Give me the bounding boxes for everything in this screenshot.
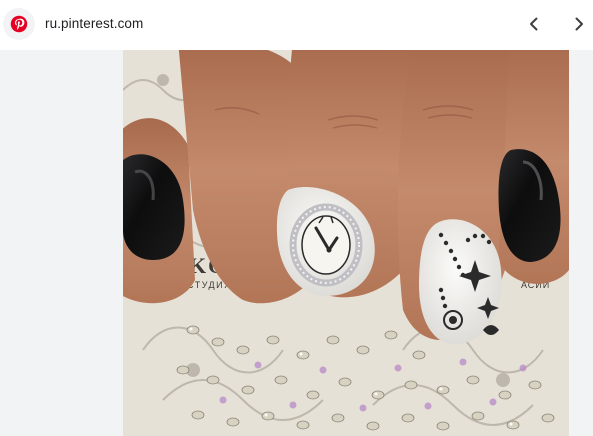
chevron-right-icon [575,17,583,31]
chevron-left-icon [530,17,538,31]
viewer-header: ru.pinterest.com [0,0,593,50]
nail-art-image: KOSI ZA СТУДИЯ КР АСИИ NA 2 [123,50,569,436]
pinterest-logo-icon [10,15,28,33]
previous-image-button[interactable] [522,12,546,36]
site-favicon[interactable] [3,8,35,40]
nail-art-photo[interactable]: KOSI ZA СТУДИЯ КР АСИИ NA 2 [123,50,569,436]
site-url[interactable]: ru.pinterest.com [45,16,143,31]
right-gutter [569,50,593,436]
next-image-button[interactable] [567,12,591,36]
